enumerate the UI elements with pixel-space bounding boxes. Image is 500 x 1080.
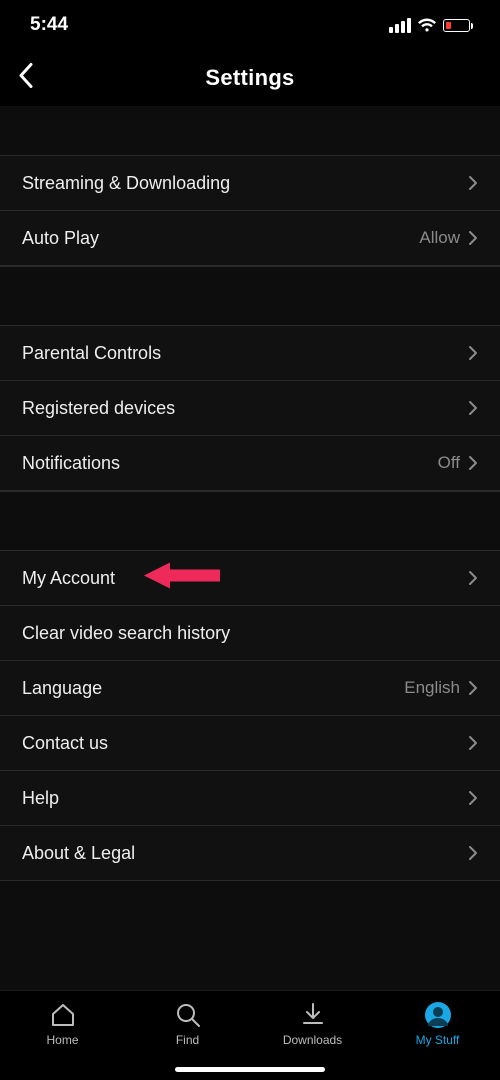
row-label: My Account (22, 568, 115, 589)
row-about-legal[interactable]: About & Legal (0, 826, 500, 881)
settings-list: Streaming & Downloading Auto Play Allow … (0, 106, 500, 990)
row-contact-us[interactable]: Contact us (0, 716, 500, 771)
chevron-right-icon (468, 345, 478, 361)
row-language[interactable]: Language English (0, 661, 500, 716)
row-value: English (404, 678, 460, 698)
row-value: Allow (419, 228, 460, 248)
settings-group: Streaming & Downloading Auto Play Allow (0, 156, 500, 266)
download-icon (299, 1001, 327, 1029)
section-gap (0, 106, 500, 156)
tab-home[interactable]: Home (8, 1001, 118, 1047)
home-icon (49, 1001, 77, 1029)
row-notifications[interactable]: Notifications Off (0, 436, 500, 491)
row-label: Language (22, 678, 102, 699)
nav-header: Settings (0, 50, 500, 106)
cellular-signal-icon (389, 18, 411, 33)
screen: 5:44 Settings Streaming & Downloading (0, 0, 500, 1080)
chevron-right-icon (468, 570, 478, 586)
row-parental-controls[interactable]: Parental Controls (0, 326, 500, 381)
tab-label: Downloads (283, 1033, 342, 1047)
row-label: Registered devices (22, 398, 175, 419)
chevron-right-icon (468, 735, 478, 751)
chevron-right-icon (468, 680, 478, 696)
row-auto-play[interactable]: Auto Play Allow (0, 211, 500, 266)
row-my-account[interactable]: My Account (0, 551, 500, 606)
row-label: Auto Play (22, 228, 99, 249)
tab-my-stuff[interactable]: My Stuff (383, 1001, 493, 1047)
row-label: Clear video search history (22, 623, 230, 644)
search-icon (174, 1001, 202, 1029)
chevron-right-icon (468, 400, 478, 416)
status-time: 5:44 (30, 14, 68, 36)
row-label: Streaming & Downloading (22, 173, 230, 194)
row-streaming-downloading[interactable]: Streaming & Downloading (0, 156, 500, 211)
home-indicator[interactable] (175, 1067, 325, 1072)
chevron-right-icon (468, 230, 478, 246)
row-registered-devices[interactable]: Registered devices (0, 381, 500, 436)
row-label: Parental Controls (22, 343, 161, 364)
back-button[interactable] (18, 63, 34, 94)
annotation-arrow-icon (140, 560, 220, 597)
row-label: Help (22, 788, 59, 809)
row-label: About & Legal (22, 843, 135, 864)
settings-group: My Account Clear video search history La… (0, 551, 500, 881)
row-label: Notifications (22, 453, 120, 474)
section-gap (0, 266, 500, 326)
section-gap (0, 491, 500, 551)
chevron-right-icon (468, 790, 478, 806)
tab-label: Home (46, 1033, 78, 1047)
chevron-right-icon (468, 455, 478, 471)
tab-label: My Stuff (416, 1033, 460, 1047)
row-value: Off (438, 453, 460, 473)
row-label: Contact us (22, 733, 108, 754)
tab-downloads[interactable]: Downloads (258, 1001, 368, 1047)
status-bar: 5:44 (0, 0, 500, 50)
battery-low-icon (443, 19, 470, 32)
chevron-right-icon (468, 175, 478, 191)
wifi-icon (417, 18, 437, 33)
row-clear-search-history[interactable]: Clear video search history (0, 606, 500, 661)
settings-group: Parental Controls Registered devices Not… (0, 326, 500, 491)
page-title: Settings (205, 65, 294, 91)
row-help[interactable]: Help (0, 771, 500, 826)
profile-icon (424, 1001, 452, 1029)
chevron-right-icon (468, 845, 478, 861)
tab-label: Find (176, 1033, 199, 1047)
tab-find[interactable]: Find (133, 1001, 243, 1047)
status-icons (389, 18, 470, 33)
